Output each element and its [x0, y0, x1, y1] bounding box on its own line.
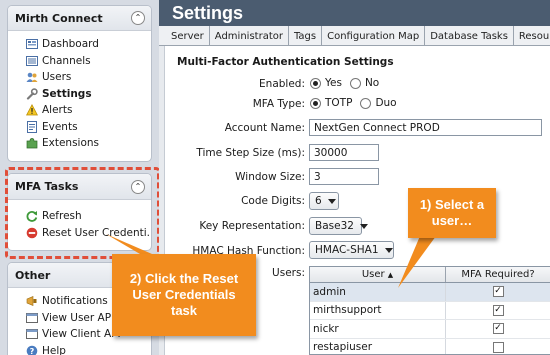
window-size-label: Window Size:: [235, 171, 305, 183]
notifications-icon: [26, 295, 38, 307]
panel-title: Mirth Connect: [15, 11, 103, 25]
code-digits-select[interactable]: 6: [309, 192, 339, 210]
chevron-down-icon: [384, 247, 393, 253]
mfa-type-totp-radio[interactable]: [310, 97, 321, 109]
chevron-down-icon: [359, 223, 368, 229]
mirth-connect-panel-header[interactable]: Mirth Connect ⌃: [8, 6, 151, 31]
sort-ascending-icon: ▲: [387, 270, 394, 279]
sidebar-item-label: Channels: [42, 54, 91, 67]
panel-title: Other: [15, 268, 51, 282]
callout-select-user: 1) Select a user…: [408, 188, 496, 238]
radio-label: TOTP: [325, 97, 353, 109]
key-representation-select[interactable]: Base32: [309, 217, 368, 235]
mfa-required-checkbox[interactable]: ✓: [492, 323, 504, 335]
dashboard-icon: [26, 38, 38, 50]
table-row[interactable]: admin ✓: [310, 283, 550, 302]
enabled-yes-radio[interactable]: [310, 77, 321, 89]
tab-administrator[interactable]: Administrator: [210, 26, 289, 45]
alert-icon: [26, 104, 38, 116]
section-title: Multi-Factor Authentication Settings: [177, 56, 394, 68]
mfa-type-label: MFA Type:: [252, 98, 305, 110]
sidebar-item-label: Dashboard: [42, 38, 99, 51]
hmac-select[interactable]: HMAC-SHA1: [309, 241, 394, 259]
sidebar-item-label: Settings: [42, 87, 92, 100]
column-header-user[interactable]: User ▲: [310, 267, 446, 282]
table-row[interactable]: restapiuser: [310, 338, 550, 354]
channels-icon: [26, 55, 38, 67]
key-representation-label: Key Representation:: [199, 220, 305, 232]
help-icon: ?: [26, 345, 38, 355]
sidebar-item-alerts[interactable]: Alerts: [8, 102, 151, 119]
radio-label: Duo: [375, 97, 397, 109]
mfa-required-checkbox[interactable]: [492, 341, 504, 353]
page-title: Settings: [172, 3, 244, 23]
callout-reset-task: 2) Click the Reset User Credentials task: [112, 254, 256, 336]
sidebar-item-channels[interactable]: Channels: [8, 53, 151, 70]
view-client-api-icon: [26, 328, 38, 340]
other-item-label: View User API: [42, 311, 115, 324]
users-icon: [26, 71, 38, 83]
mfa-type-radio-group: TOTP Duo: [310, 97, 397, 109]
other-item-label: Help: [42, 344, 66, 355]
enabled-no-radio[interactable]: [349, 77, 361, 89]
other-item-help[interactable]: ? Help: [8, 343, 151, 355]
users-table-header: User ▲ MFA Required?: [310, 267, 550, 283]
user-cell: nickr: [310, 320, 446, 338]
sidebar-item-settings[interactable]: Settings: [8, 86, 151, 103]
view-user-api-icon: [26, 312, 38, 324]
mfa-required-checkbox[interactable]: ✓: [492, 304, 504, 316]
svg-text:?: ?: [30, 347, 35, 355]
users-table: User ▲ MFA Required? admin ✓ mirthsuppor…: [309, 266, 550, 355]
wrench-icon: [26, 88, 38, 100]
tab-server[interactable]: Server: [166, 26, 210, 45]
column-header-mfa-required[interactable]: MFA Required?: [446, 267, 550, 282]
account-name-label: Account Name:: [224, 122, 305, 134]
title-bar: Settings: [159, 0, 550, 26]
tab-resources[interactable]: Resources: [514, 26, 550, 45]
radio-label: No: [364, 77, 380, 89]
sidebar-item-label: Alerts: [42, 104, 73, 117]
other-item-label: Notifications: [42, 295, 108, 308]
collapse-icon[interactable]: ⌃: [131, 11, 145, 25]
sidebar-item-label: Events: [42, 120, 78, 133]
enabled-label: Enabled:: [259, 78, 305, 90]
sidebar-item-events[interactable]: Events: [8, 119, 151, 136]
mfa-required-checkbox[interactable]: ✓: [492, 286, 504, 298]
other-item-label: View Client API: [42, 328, 121, 341]
events-icon: [26, 120, 38, 133]
select-value: HMAC-SHA1: [315, 244, 379, 256]
settings-tabs: Server Administrator Tags Configuration …: [159, 26, 550, 46]
account-name-field[interactable]: NextGen Connect PROD: [309, 119, 542, 136]
select-value: 6: [315, 195, 322, 207]
mirth-connect-panel: Mirth Connect ⌃ Dashboard Channels Users…: [7, 5, 152, 162]
extensions-icon: [26, 137, 38, 149]
time-step-field[interactable]: 30000: [309, 144, 379, 161]
sidebar-item-label: Extensions: [42, 137, 100, 150]
tab-configuration-map[interactable]: Configuration Map: [322, 26, 426, 45]
radio-label: Yes: [325, 77, 342, 89]
table-row[interactable]: mirthsupport ✓: [310, 301, 550, 320]
sidebar-item-extensions[interactable]: Extensions: [8, 135, 151, 152]
sidebar-item-label: Users: [42, 71, 72, 84]
user-cell: restapiuser: [310, 338, 446, 354]
chevron-down-icon: [327, 198, 336, 204]
window-size-field[interactable]: 3: [309, 168, 379, 185]
time-step-label: Time Step Size (ms):: [196, 147, 305, 159]
user-cell: mirthsupport: [310, 301, 446, 319]
enabled-radio-group: Yes No: [310, 77, 379, 89]
select-value: Base32: [315, 220, 354, 232]
tab-database-tasks[interactable]: Database Tasks: [425, 26, 514, 45]
mfa-type-duo-radio[interactable]: [360, 97, 372, 109]
highlight-box: [5, 167, 160, 259]
sidebar-item-dashboard[interactable]: Dashboard: [8, 36, 151, 53]
table-row[interactable]: nickr ✓: [310, 320, 550, 339]
code-digits-label: Code Digits:: [241, 195, 305, 207]
column-header-label: User: [361, 269, 385, 280]
user-cell: admin: [310, 283, 446, 301]
sidebar-item-users[interactable]: Users: [8, 69, 151, 86]
tab-tags[interactable]: Tags: [289, 26, 323, 45]
